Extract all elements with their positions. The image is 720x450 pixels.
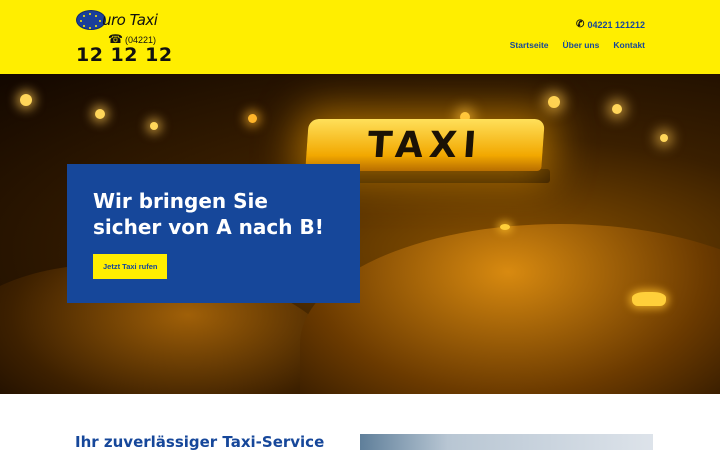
section-title: Ihr zuverlässiger Taxi-Service [75, 433, 325, 450]
main-nav: Startseite Über uns Kontakt [510, 40, 645, 50]
hero-title: Wir bringen Sie sicher von A nach B! [93, 189, 324, 239]
hero-callout: Wir bringen Sie sicher von A nach B! Jet… [67, 164, 360, 303]
site-header: uro Taxi ☎ (04221) 12 12 12 ✆ 04221 12121… [0, 0, 720, 74]
nav-item-kontakt[interactable]: Kontakt [613, 40, 645, 50]
euro-taxi-logo[interactable]: uro Taxi ☎ (04221) 12 12 12 [76, 8, 172, 70]
taxi-sign-text: TAXI [366, 125, 484, 166]
logo-phone-number: 12 12 12 [76, 44, 173, 66]
hero-banner: TAXI Wir bringen Sie sicher von A nach B… [0, 74, 720, 394]
call-taxi-button[interactable]: Jetzt Taxi rufen [93, 254, 168, 279]
nav-item-startseite[interactable]: Startseite [510, 40, 549, 50]
header-phone-link[interactable]: ✆ 04221 121212 [576, 19, 645, 30]
logo-wordmark: uro Taxi [102, 11, 158, 29]
phone-icon: ✆ [576, 19, 585, 30]
nav-item-ueber-uns[interactable]: Über uns [563, 40, 600, 50]
section-image [360, 434, 653, 450]
header-phone-number: 04221 121212 [587, 19, 645, 30]
